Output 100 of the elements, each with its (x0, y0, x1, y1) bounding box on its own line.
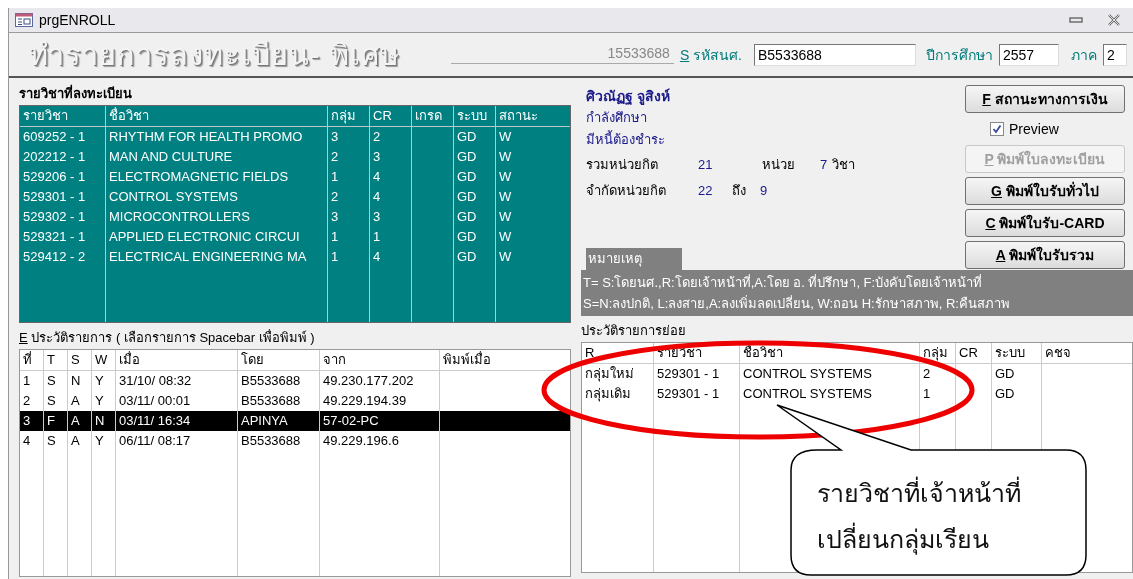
minimize-icon[interactable] (1069, 16, 1083, 24)
credit-limit: 9 (760, 182, 768, 200)
credit-limit: 22 (698, 182, 714, 200)
table-cell: GD (454, 167, 496, 187)
table-cell: 1 (370, 227, 412, 247)
field-label: ภาค (1071, 45, 1097, 65)
section-label: ประวัติรายการย่อย (581, 322, 687, 340)
table-cell: 2 (328, 187, 370, 207)
table-cell: 4 (20, 431, 44, 451)
command-button[interactable]: C พิมพ์ใบรับ-CARD (965, 209, 1125, 237)
table-row[interactable]: 3 F A N 03/11/ 16:34 APINYA 57-02-PC (20, 411, 570, 431)
table-cell: 06/11/ 08:17 (116, 431, 238, 451)
table-cell-text: W (498, 248, 513, 266)
unit-label: หน่วย (762, 156, 796, 174)
table-cell: 3 (328, 207, 370, 227)
column-header: W (92, 350, 116, 371)
table-cell: GD (454, 247, 496, 267)
table-cell: CONTROL SYSTEMS (740, 384, 920, 404)
close-icon[interactable] (1107, 14, 1121, 26)
term-field[interactable]: 2 (1103, 43, 1127, 66)
column-header: ระบบ (992, 343, 1042, 364)
column-header: ที่ (20, 350, 44, 371)
student-id-field[interactable]: B5533688 (754, 43, 916, 66)
column-header: พิมพ์เมื่อ (440, 350, 570, 371)
table-cell: 57-02-PC (320, 411, 440, 431)
table-cell: 3 (370, 207, 412, 227)
table-cell-text: W (498, 228, 513, 246)
column-header: กลุ่ม (920, 343, 956, 364)
table-cell-text: W (498, 188, 513, 206)
table-cell: 202212 - 1 (20, 147, 106, 167)
table-cell: A (68, 431, 92, 451)
table-cell: 529206 - 1 (20, 167, 106, 187)
field-label: ปีการศึกษา (926, 45, 993, 65)
table-cell: ELECTROMAGNETIC FIELDS (106, 167, 328, 187)
table-cell: 3 (328, 127, 370, 147)
column-header: T (44, 350, 68, 371)
table-cell: 529321 - 1 (20, 227, 106, 247)
table-cell: กลุ่มใหม่ (582, 364, 654, 384)
table-cell: N (68, 371, 92, 391)
column-header: เมื่อ (116, 350, 238, 371)
table-cell: 1 (328, 167, 370, 187)
preview-checkbox[interactable] (990, 122, 1004, 136)
table-cell: APINYA (238, 411, 320, 431)
column-header: โดย (238, 350, 320, 371)
table-cell: A (68, 411, 92, 431)
table-cell: 4 (370, 247, 412, 267)
table-cell: 3 (370, 147, 412, 167)
note-text: S=N:ลงปกติ, L:ลงสาย,A:ลงเพิ่มลดเปลี่ยน, W:ถอน H:รักษาสภาพ, R:คืนสภาพ (583, 294, 1011, 313)
table-cell: 2 (370, 127, 412, 147)
command-button[interactable]: F สถานะทางการเงิน (965, 85, 1125, 113)
column-header: ชื่อวิชา (106, 106, 328, 127)
command-button[interactable]: G พิมพ์ใบรับทั่วไป (965, 177, 1125, 205)
table-cell: F (44, 411, 68, 431)
table-cell-text: W (498, 168, 513, 186)
column-header: CR (956, 343, 992, 364)
table-cell: S (44, 371, 68, 391)
column-header: จาก (320, 350, 440, 371)
table-cell-text: W (498, 208, 513, 226)
column-header: เกรด (412, 106, 454, 127)
table-cell: N (92, 411, 116, 431)
section-label: รายวิชาที่ลงทะเบียน (19, 85, 133, 103)
table-cell: 1 (328, 227, 370, 247)
table-cell: GD (454, 187, 496, 207)
field-label: S รหัสนศ. (679, 45, 742, 65)
unit-label: ถึง (732, 182, 747, 200)
table-cell: CONTROL SYSTEMS (740, 364, 920, 384)
table-cell: GD (454, 127, 496, 147)
credit-total: 21 (698, 156, 714, 174)
column-header: คชจ (1042, 343, 1132, 364)
section-label: E ประวัติรายการ ( เลือกรายการ Spacebar เพื่อพิมพ์ ) (19, 329, 316, 347)
command-button[interactable]: A พิมพ์ใบรับรวม (965, 241, 1125, 269)
table-cell: 49.230.177.202 (320, 371, 440, 391)
table-cell: 1 (920, 384, 956, 404)
reference-number: 15533688 (450, 45, 674, 64)
table-cell: 3 (20, 411, 44, 431)
table-cell: GD (454, 207, 496, 227)
table-cell: 1 (20, 371, 44, 391)
table-cell: MICROCONTROLLERS (106, 207, 328, 227)
table-cell: APPLIED ELECTRONIC CIRCUI (106, 227, 328, 247)
table-cell: 4 (370, 167, 412, 187)
table-cell: CONTROL SYSTEMS (106, 187, 328, 207)
note-title: หมายเหตุ (586, 248, 682, 270)
table-cell: MAN AND CULTURE (106, 147, 328, 167)
field-label: จำกัดหน่วยกิต (586, 182, 667, 200)
student-status: กำลังศึกษา (586, 109, 648, 127)
table-cell: 1 (328, 247, 370, 267)
table-row[interactable]: 4 S A Y 06/11/ 08:17 B5533688 49.229.196.6 (20, 431, 570, 451)
table-row[interactable]: 1 S N Y 31/10/ 08:32 B5533688 49.230.177.202 (20, 371, 570, 391)
table-cell-text: W (498, 128, 513, 146)
column-header: R (582, 343, 654, 364)
table-cell: GD (454, 147, 496, 167)
year-field[interactable]: 2557 (999, 43, 1059, 66)
table-cell: 529301 - 1 (654, 384, 740, 404)
table-cell: 2 (920, 364, 956, 384)
column-header: กลุ่ม (328, 106, 370, 127)
course-count: 7 (820, 156, 828, 174)
debt-status: มีหนี้ต้องชำระ (586, 129, 666, 149)
form-icon (15, 13, 33, 27)
table-cell: 529301 - 1 (654, 364, 740, 384)
table-cell: Y (92, 431, 116, 451)
